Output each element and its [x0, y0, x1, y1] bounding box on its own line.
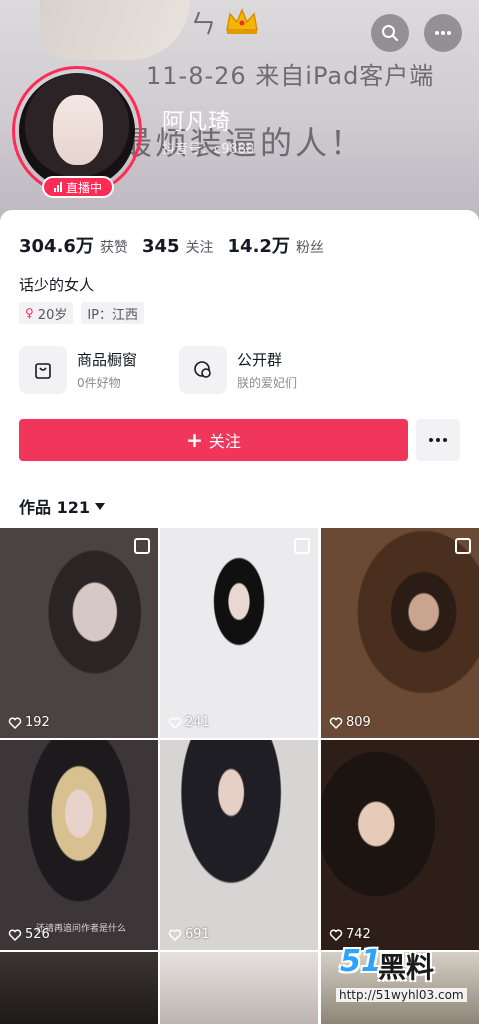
live-badge-label: 直播中: [66, 180, 103, 195]
works-tab-label: 作品 121: [19, 498, 90, 517]
watermark-url: http://51wyhl03.com: [336, 988, 467, 1002]
ip-tag-label: IP：江西: [87, 307, 139, 323]
user-id: 抖音号：c9888: [162, 142, 255, 157]
stat-followers-label: 粉丝: [295, 240, 324, 256]
search-icon: [382, 25, 398, 41]
follow-button-label: 关注: [208, 432, 241, 451]
caret-down-icon: [94, 502, 105, 510]
live-badge[interactable]: 直播中: [42, 176, 115, 198]
age-tag-label: 20岁: [37, 307, 68, 323]
cover-text-2: 11-8-26 来自iPad客户端: [146, 62, 435, 90]
video-likes-count: 192: [25, 715, 50, 730]
video-likes: 809: [329, 715, 371, 730]
profile-panel: 304.6万 获赞 345 关注 14.2万 粉丝 话少的女人 ♀ 20岁 IP…: [0, 210, 479, 530]
video-likes: 241: [168, 715, 210, 730]
multi-select-icon: [455, 538, 471, 554]
heart-icon: [168, 928, 182, 941]
public-group-entry[interactable]: 公开群 朕的爱妃们: [179, 346, 297, 394]
shop-window-entry[interactable]: 商品橱窗 0件好物: [19, 346, 137, 394]
stat-likes-value: 304.6万: [19, 236, 94, 257]
watermark-word: 黑料: [378, 951, 435, 984]
video-tile[interactable]: 809: [321, 528, 479, 738]
ip-tag: IP：江西: [81, 302, 145, 324]
tags-row: ♀ 20岁 IP：江西: [19, 302, 145, 324]
more-dots-icon: [435, 31, 451, 35]
video-likes-count: 742: [346, 927, 371, 942]
cover-text-1: ㄣ: [190, 10, 219, 40]
profile-cover: ㄣ 11-8-26 来自iPad客户端 最烦装逼的人！ 直播中 阿凡琦 抖音号：…: [0, 0, 479, 222]
plus-icon: +: [186, 428, 203, 452]
avatar-image: [19, 73, 135, 189]
stat-followers-value: 14.2万: [227, 236, 290, 257]
stats-row: 304.6万 获赞 345 关注 14.2万 粉丝: [19, 232, 324, 258]
stat-likes-label: 获赞: [99, 240, 128, 256]
stat-following-label: 关注: [185, 240, 214, 256]
video-likes: 526: [8, 927, 50, 942]
shop-window-title: 商品橱窗: [77, 351, 138, 369]
multi-select-icon: [294, 538, 310, 554]
bio: 话少的女人: [19, 276, 95, 294]
chat-group-icon: [179, 346, 227, 394]
video-tile[interactable]: 还请再追问作者是什么 526: [0, 740, 158, 950]
public-group-title: 公开群: [237, 351, 283, 369]
stat-following-value: 345: [141, 236, 180, 257]
video-tile[interactable]: 691: [160, 740, 318, 950]
profile-more-button[interactable]: [416, 419, 460, 461]
video-tile[interactable]: 192: [0, 528, 158, 738]
female-icon: ♀: [25, 306, 34, 320]
heart-icon: [8, 928, 22, 941]
video-likes: 192: [8, 715, 50, 730]
multi-select-icon: [134, 538, 150, 554]
stat-followers[interactable]: 14.2万 粉丝: [228, 232, 324, 258]
video-likes-count: 526: [25, 927, 50, 942]
watermark-logo: 51 黑料 http://51wyhl03.com: [336, 944, 476, 1004]
heart-icon: [329, 716, 343, 729]
video-likes-count: 809: [346, 715, 371, 730]
cover-image: [40, 0, 190, 60]
video-tile[interactable]: 241: [160, 528, 318, 738]
nickname: 阿凡琦: [162, 110, 232, 135]
heart-icon: [329, 928, 343, 941]
video-likes: 691: [168, 927, 210, 942]
video-tile[interactable]: [160, 952, 318, 1024]
video-likes-count: 691: [185, 927, 210, 942]
shop-bag-icon: [19, 346, 67, 394]
video-likes-count: 241: [185, 715, 210, 730]
watermark-number: 51: [340, 944, 382, 979]
stat-likes[interactable]: 304.6万 获赞: [19, 232, 128, 258]
video-tile[interactable]: [0, 952, 158, 1024]
video-likes: 742: [329, 927, 371, 942]
more-options-button[interactable]: [424, 14, 462, 52]
public-group-sub: 朕的爱妃们: [237, 376, 298, 390]
search-button[interactable]: [371, 14, 409, 52]
heart-icon: [8, 716, 22, 729]
live-bars-icon: [54, 182, 62, 192]
follow-button[interactable]: + 关注: [19, 419, 408, 461]
age-tag: ♀ 20岁: [19, 302, 74, 324]
crown-icon: [226, 8, 258, 34]
shop-window-sub: 0件好物: [77, 376, 121, 390]
works-tab[interactable]: 作品 121: [19, 494, 105, 518]
video-tile[interactable]: 742: [321, 740, 479, 950]
heart-icon: [168, 716, 182, 729]
stat-following[interactable]: 345 关注: [142, 236, 214, 257]
